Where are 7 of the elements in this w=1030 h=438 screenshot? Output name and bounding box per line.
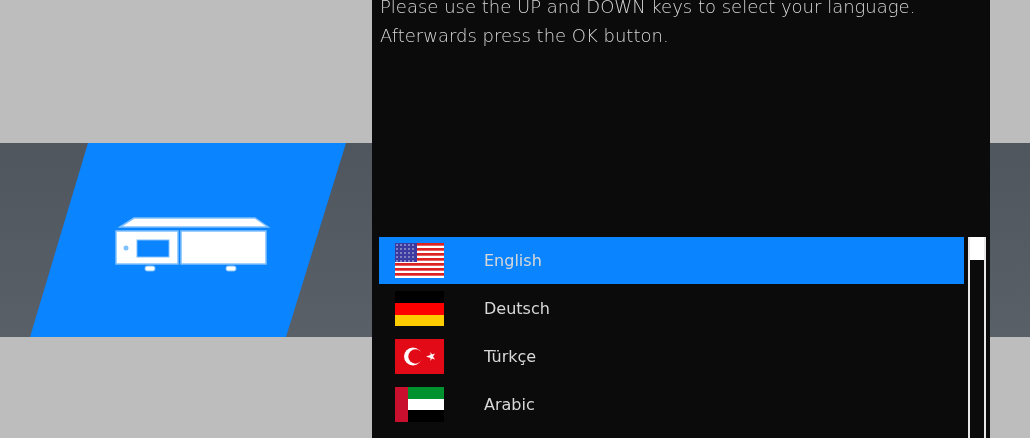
receiver-icon xyxy=(115,217,271,272)
instruction-text: Please use the UP and DOWN keys to select your language. xyxy=(379,0,917,19)
language-item[interactable]: Arabic xyxy=(379,381,964,428)
language-item[interactable]: Deutsch xyxy=(379,285,964,332)
scrollbar[interactable] xyxy=(968,237,986,438)
language-item[interactable]: Türkçe xyxy=(379,333,964,380)
instruction-text: Afterwards press the OK button. xyxy=(379,24,670,48)
